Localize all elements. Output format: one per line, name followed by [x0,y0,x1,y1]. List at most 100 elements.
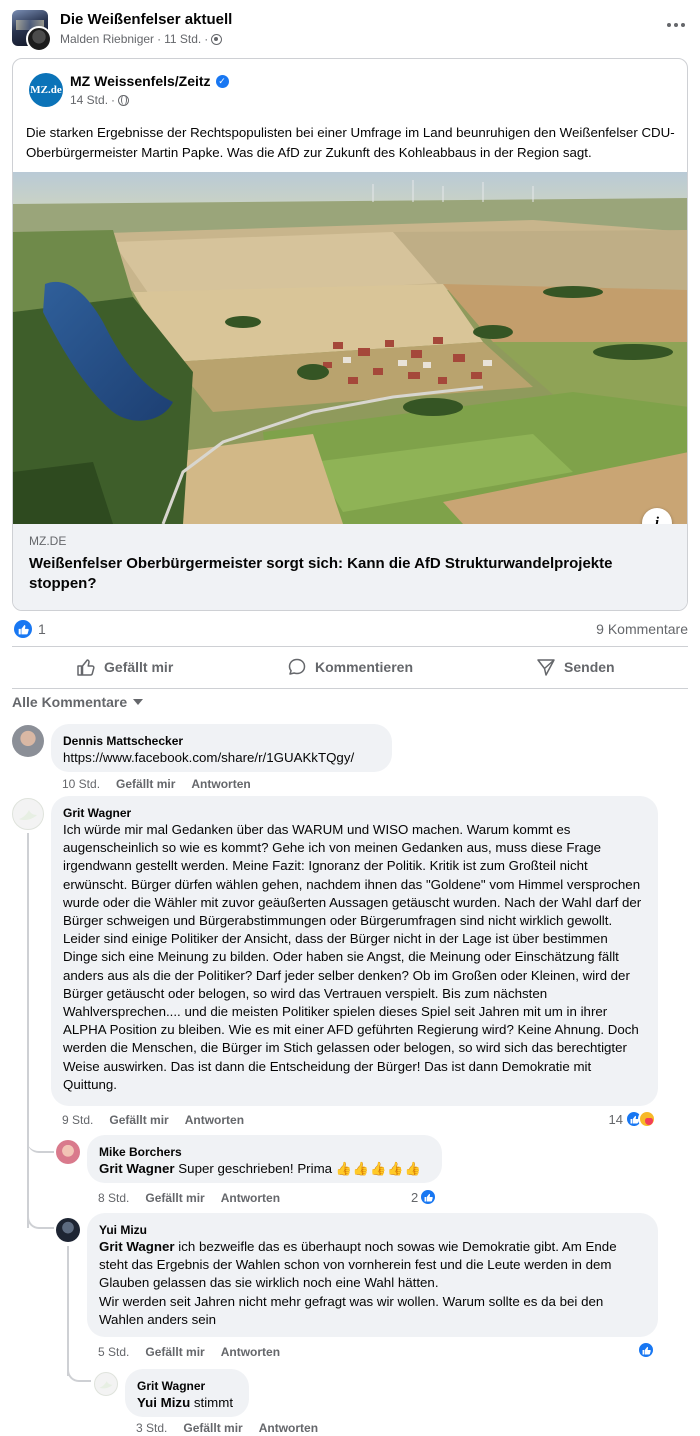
comment-icon [288,658,306,675]
author-name[interactable]: Malden Riebniger [60,32,154,46]
comment-time[interactable]: 9 Std. [62,1113,93,1127]
comment-reply-button[interactable]: Antworten [185,1113,244,1127]
comment-reactions[interactable] [637,1341,655,1359]
comment-actions: 10 Std. Gefällt mir Antworten [62,777,251,791]
comment-text-paragraph: Wir werden seit Jahren nicht mehr gefrag… [99,1293,604,1327]
comment-reply-button[interactable]: Antworten [191,777,250,791]
care-reaction-icon [638,1110,656,1128]
more-icon [667,23,671,27]
comment-author[interactable]: Grit Wagner [63,805,646,821]
author-avatar[interactable] [26,26,52,52]
like-reaction-icon[interactable] [14,620,32,638]
shared-post-meta: 14 Std. · [70,93,130,107]
thread-connector [27,1128,54,1153]
reply-text: ich bezweifle das es überhaupt noch sowa… [99,1239,617,1291]
comment-text[interactable]: https://www.facebook.com/share/r/1GUAKkT… [63,749,380,767]
comment-actions: 3 Std. Gefällt mir Antworten [136,1421,318,1435]
comment-text: Ich würde mir mal Gedanken über das WARU… [63,822,642,1092]
page-name-row: MZ Weissenfels/Zeitz ✓ [70,73,229,89]
reply-text: stimmt [190,1395,234,1410]
caret-down-icon [133,699,144,705]
comment-label: Kommentieren [314,659,413,675]
comment-like-button[interactable]: Gefällt mir [109,1113,168,1127]
globe-icon [118,94,130,106]
reply-bubble: Grit Wagner Yui Mizu stimmt [125,1369,249,1417]
comment-time[interactable]: 5 Std. [98,1345,129,1359]
shared-post-time[interactable]: 14 Std. [70,93,108,107]
reply-bubble: Yui Mizu Grit Wagner ich bezweifle das e… [87,1213,658,1337]
comment-filter-dropdown[interactable]: Alle Kommentare [12,694,144,710]
comment-reply-button[interactable]: Antworten [221,1345,280,1359]
comment-author[interactable]: Grit Wagner [137,1378,237,1394]
comment-like-button[interactable]: Gefällt mir [116,777,175,791]
verified-icon: ✓ [215,74,229,88]
thumbs-up-emoji: 👍👍👍👍👍 [335,1161,422,1176]
reaction-count: 14 [608,1111,623,1127]
link-domain: MZ.DE [29,534,67,548]
dove-image [99,1381,113,1389]
comment-time[interactable]: 10 Std. [62,777,100,791]
thread-line [27,833,29,1228]
send-icon [537,659,555,676]
avatar[interactable] [56,1140,80,1164]
page-name[interactable]: MZ Weissenfels/Zeitz [70,73,211,89]
comment-like-button[interactable]: Gefällt mir [145,1345,204,1359]
dove-image [19,810,37,820]
meta-separator: · [157,32,162,46]
comment-bubble: Dennis Mattschecker https://www.facebook… [51,724,392,772]
post-time[interactable]: 11 Std. [164,32,201,46]
mention-link[interactable]: Grit Wagner [99,1161,175,1176]
comment-time[interactable]: 8 Std. [98,1191,129,1205]
avatar[interactable] [12,725,44,757]
link-preview[interactable]: MZ.DE Weißenfelser Oberbürgermeister sor… [13,524,687,610]
comment-reply-button[interactable]: Antworten [221,1191,280,1205]
comment-bubble: Grit Wagner Ich würde mir mal Gedanken ü… [51,796,658,1106]
comment-time[interactable]: 3 Std. [136,1421,167,1435]
divider [12,688,688,689]
meta-separator: · [111,93,116,107]
group-title[interactable]: Die Weißenfelser aktuell [60,11,232,28]
page-logo[interactable]: MZ.de [29,73,63,107]
mention-link[interactable]: Grit Wagner [99,1239,175,1254]
shared-post: MZ.de MZ Weissenfels/Zeitz ✓ 14 Std. · D… [12,58,688,611]
thread-connector [27,1205,54,1229]
more-options-button[interactable] [664,16,688,34]
avatar[interactable] [12,798,44,830]
post-meta: Malden Riebniger · 11 Std. · [60,32,223,46]
like-icon [77,659,95,676]
like-button[interactable]: Gefällt mir [12,648,237,686]
meta-separator: · [204,32,209,46]
comment-author[interactable]: Dennis Mattschecker [63,733,380,749]
comment-reactions[interactable]: 2 [411,1188,438,1206]
avatar[interactable] [56,1218,80,1242]
aerial-landscape-image [13,172,687,524]
group-icon [211,33,223,45]
reply-text: Super geschrieben! Prima [174,1161,336,1176]
like-reaction-icon [637,1341,655,1359]
comment-like-button[interactable]: Gefällt mir [183,1421,242,1435]
divider [12,646,688,647]
comment-text: Grit Wagner Super geschrieben! Prima 👍👍👍… [99,1160,430,1178]
reaction-count: 2 [411,1189,419,1205]
comment-text: Yui Mizu stimmt [137,1394,237,1412]
comment-reactions[interactable]: 14 [609,1110,656,1128]
mention-link[interactable]: Yui Mizu [137,1395,190,1410]
reaction-count[interactable]: 1 [38,621,46,637]
action-bar: Gefällt mir Kommentieren Senden [12,648,688,686]
like-reaction-icon [419,1188,438,1206]
comment-author[interactable]: Mike Borchers [99,1144,430,1160]
comment-like-button[interactable]: Gefällt mir [145,1191,204,1205]
send-label: Senden [564,659,615,675]
avatar[interactable] [94,1372,118,1396]
thread-connector [67,1360,91,1382]
comment-reply-button[interactable]: Antworten [259,1421,318,1435]
send-button[interactable]: Senden [463,648,688,686]
link-title[interactable]: Weißenfelser Oberbürgermeister sorgt sic… [29,554,669,594]
comment-button[interactable]: Kommentieren [237,648,462,686]
like-label: Gefällt mir [104,659,174,675]
comment-actions: 9 Std. Gefällt mir Antworten [62,1113,244,1127]
comment-author[interactable]: Yui Mizu [99,1222,646,1238]
reply-bubble: Mike Borchers Grit Wagner Super geschrie… [87,1135,442,1183]
comment-count[interactable]: 9 Kommentare [596,621,688,637]
link-preview-image[interactable] [13,172,687,524]
